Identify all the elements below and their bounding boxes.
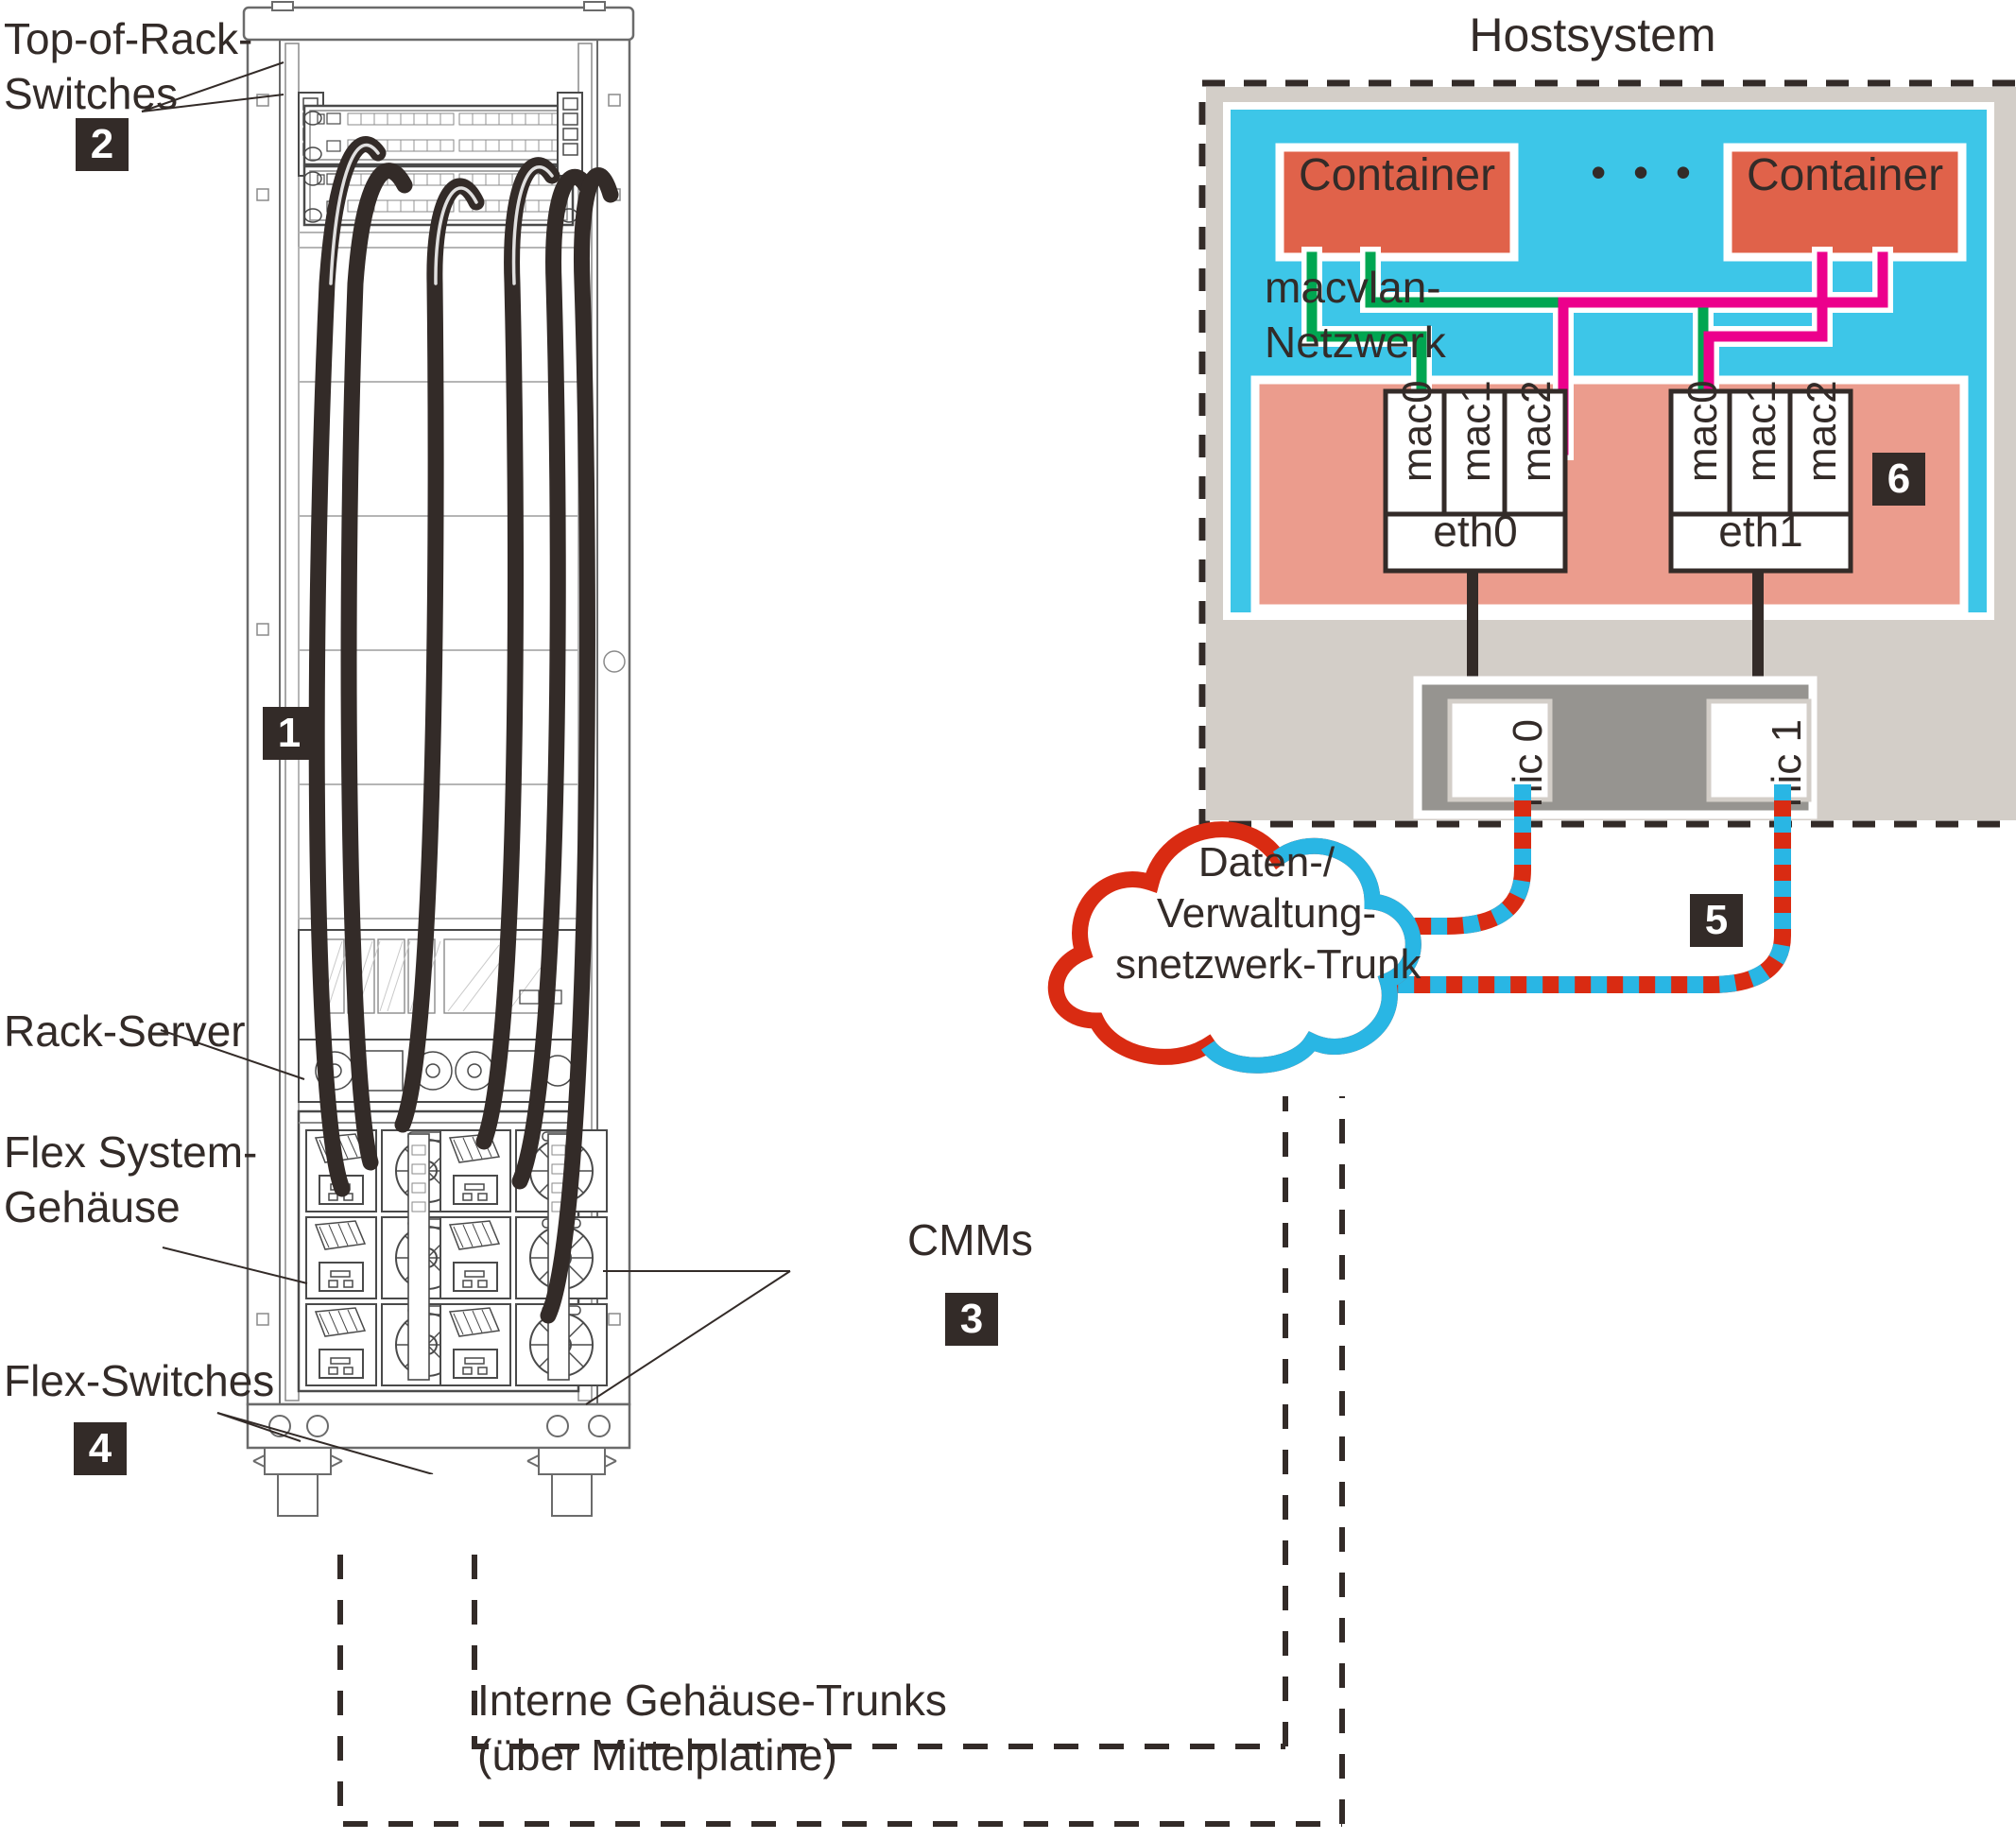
hostsystem-title: Hostsystem bbox=[1469, 9, 1716, 61]
mac-label-eth0-mac2: mac2 bbox=[1509, 380, 1632, 482]
label-internal-chassis-trunks: Interne Gehäuse-Trunks (über Mittelplati… bbox=[477, 1676, 947, 1780]
mac-text: mac0 bbox=[1394, 380, 1440, 482]
mac-label-eth1-mac2: mac2 bbox=[1795, 380, 1918, 482]
mac-text: mac2 bbox=[1513, 380, 1559, 482]
containers-ellipsis: • • • bbox=[1591, 147, 1698, 197]
mac-text: mac2 bbox=[1799, 380, 1845, 482]
cloud-label: Daten-/ Verwaltung- snetzwerk-Trunk bbox=[1115, 839, 1422, 988]
mac-text: mac1 bbox=[1453, 380, 1499, 482]
marker-5-trunk-cable: 5 bbox=[1690, 894, 1743, 947]
container-label-1: Container bbox=[1298, 150, 1496, 200]
macvlan-network-label: macvlan- Netzwerk bbox=[1265, 263, 1446, 367]
mac-text: mac0 bbox=[1680, 380, 1726, 482]
mac-text: mac1 bbox=[1738, 380, 1784, 482]
eth1-label: eth1 bbox=[1718, 507, 1803, 556]
container-label-2: Container bbox=[1746, 150, 1944, 200]
eth0-label: eth0 bbox=[1433, 507, 1518, 556]
marker-6-macvlan: 6 bbox=[1872, 453, 1925, 506]
